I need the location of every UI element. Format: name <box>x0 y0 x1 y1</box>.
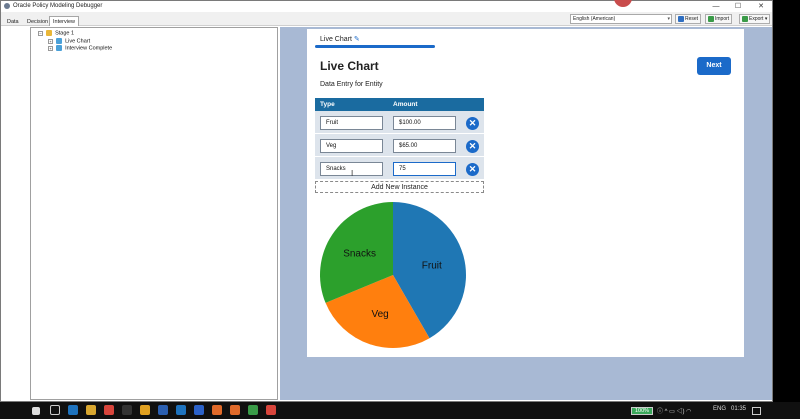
entity-table: Type Amount Fruit $100.00 ✕ Veg $65.00 ✕… <box>315 98 484 180</box>
text-cursor-icon: I <box>351 169 354 178</box>
outlook-icon[interactable] <box>158 405 168 415</box>
table-row: Snacks 75 ✕ <box>315 157 484 180</box>
pie-chart: Fruit Veg Snacks <box>320 202 466 348</box>
tree-expander[interactable]: − <box>38 30 43 36</box>
pencil-icon: ✎ <box>353 36 360 43</box>
tree-node-label: Stage 1 <box>55 30 75 37</box>
ie-icon[interactable] <box>176 405 186 415</box>
tab-data[interactable]: Data <box>3 16 23 26</box>
policy-modeling-icon[interactable] <box>230 405 240 415</box>
reset-button[interactable]: Reset <box>675 14 702 24</box>
chevron-down-icon: ▾ <box>667 16 670 22</box>
import-button[interactable]: Import <box>705 14 733 24</box>
add-new-instance-button[interactable]: Add New Instance <box>315 181 484 193</box>
screen-icon <box>55 38 62 44</box>
export-icon <box>742 16 748 22</box>
amount-input[interactable]: $65.00 <box>393 139 456 153</box>
table-row: Veg $65.00 ✕ <box>315 134 484 157</box>
tree-node-label: Interview Complete <box>65 45 113 52</box>
app-icon <box>4 3 10 9</box>
tree-expander[interactable]: + <box>48 38 53 44</box>
export-label: Export ▾ <box>749 16 768 22</box>
interview-page: Live Chart ✎ Live Chart Next Data Entry … <box>307 29 744 357</box>
app-icon[interactable] <box>140 405 150 415</box>
title-bar: Oracle Policy Modeling Debugger — ☐ ✕ <box>1 0 772 12</box>
start-icon[interactable] <box>32 407 40 415</box>
tree-node-label: Live Chart <box>65 38 91 45</box>
language-select[interactable]: English (American) ▾ <box>570 14 672 24</box>
file-explorer-icon[interactable] <box>86 405 96 415</box>
export-button[interactable]: Export ▾ <box>739 14 771 24</box>
language-select-value: English (American) <box>573 16 616 22</box>
edge-icon[interactable] <box>68 405 78 415</box>
pie-label-fruit: Fruit <box>422 261 442 272</box>
delete-row-button[interactable]: ✕ <box>466 140 479 153</box>
app-icon[interactable] <box>248 405 258 415</box>
import-label: Import <box>715 16 730 22</box>
tree-node-live-chart[interactable]: + Live Chart <box>48 38 90 45</box>
notifications-icon[interactable] <box>752 407 761 415</box>
taskbar: 100% ⓘ ^ ▭ ◁) ◠ ENG 01:35 <box>0 402 800 419</box>
tray-icons[interactable]: ⓘ ^ ▭ ◁) ◠ <box>657 406 691 415</box>
screen-icon <box>55 45 62 51</box>
pie-label-snacks: Snacks <box>343 249 376 260</box>
battery-indicator[interactable]: 100% <box>631 407 653 415</box>
next-button[interactable]: Next <box>697 57 731 75</box>
toolbar: Data Decision Interview English (America… <box>1 12 772 26</box>
folder-icon <box>45 30 52 36</box>
tree-node-interview-complete[interactable]: + Interview Complete <box>48 45 112 52</box>
app-icon[interactable] <box>266 405 276 415</box>
reset-icon <box>678 16 684 22</box>
close-button[interactable]: ✕ <box>750 1 772 12</box>
table-row: Fruit $100.00 ✕ <box>315 111 484 134</box>
screen-tree: − Stage 1 + Live Chart + Interview Compl… <box>30 27 278 400</box>
app-icon[interactable] <box>122 405 132 415</box>
minimize-button[interactable]: — <box>705 1 727 12</box>
maximize-button[interactable]: ☐ <box>727 1 749 12</box>
app-window: Oracle Policy Modeling Debugger — ☐ ✕ Da… <box>0 0 773 402</box>
tree-node-stage-1[interactable]: − Stage 1 <box>38 30 74 37</box>
reset-label: Reset <box>685 16 699 22</box>
page-title: Live Chart <box>320 59 379 73</box>
recording-indicator-icon <box>614 0 632 7</box>
delete-row-button[interactable]: ✕ <box>466 117 479 130</box>
tab-interview[interactable]: Interview <box>49 16 80 26</box>
import-icon <box>708 16 714 22</box>
app-icon[interactable] <box>212 405 222 415</box>
type-input[interactable]: Veg <box>320 139 383 153</box>
column-header-amount: Amount <box>393 101 418 108</box>
column-header-type: Type <box>320 101 335 108</box>
window-title: Oracle Policy Modeling Debugger <box>13 3 103 9</box>
page-subtitle: Data Entry for Entity <box>320 81 383 88</box>
clock[interactable]: 01:35 <box>731 406 746 412</box>
tree-expander[interactable]: + <box>48 45 53 51</box>
task-view-icon[interactable] <box>50 405 60 415</box>
breadcrumb[interactable]: Live Chart ✎ <box>320 35 360 43</box>
type-input[interactable]: Fruit <box>320 116 383 130</box>
amount-input[interactable]: 75 <box>393 162 456 176</box>
table-header: Type Amount <box>315 98 484 111</box>
delete-row-button[interactable]: ✕ <box>466 163 479 176</box>
amount-input[interactable]: $100.00 <box>393 116 456 130</box>
tab-decision[interactable]: Decision <box>23 16 52 26</box>
app-icon[interactable] <box>194 405 204 415</box>
pie-label-veg: Veg <box>371 309 388 320</box>
input-language[interactable]: ENG <box>713 406 726 412</box>
progress-bar <box>315 45 435 48</box>
chrome-icon[interactable] <box>104 405 114 415</box>
breadcrumb-label: Live Chart <box>320 36 352 43</box>
